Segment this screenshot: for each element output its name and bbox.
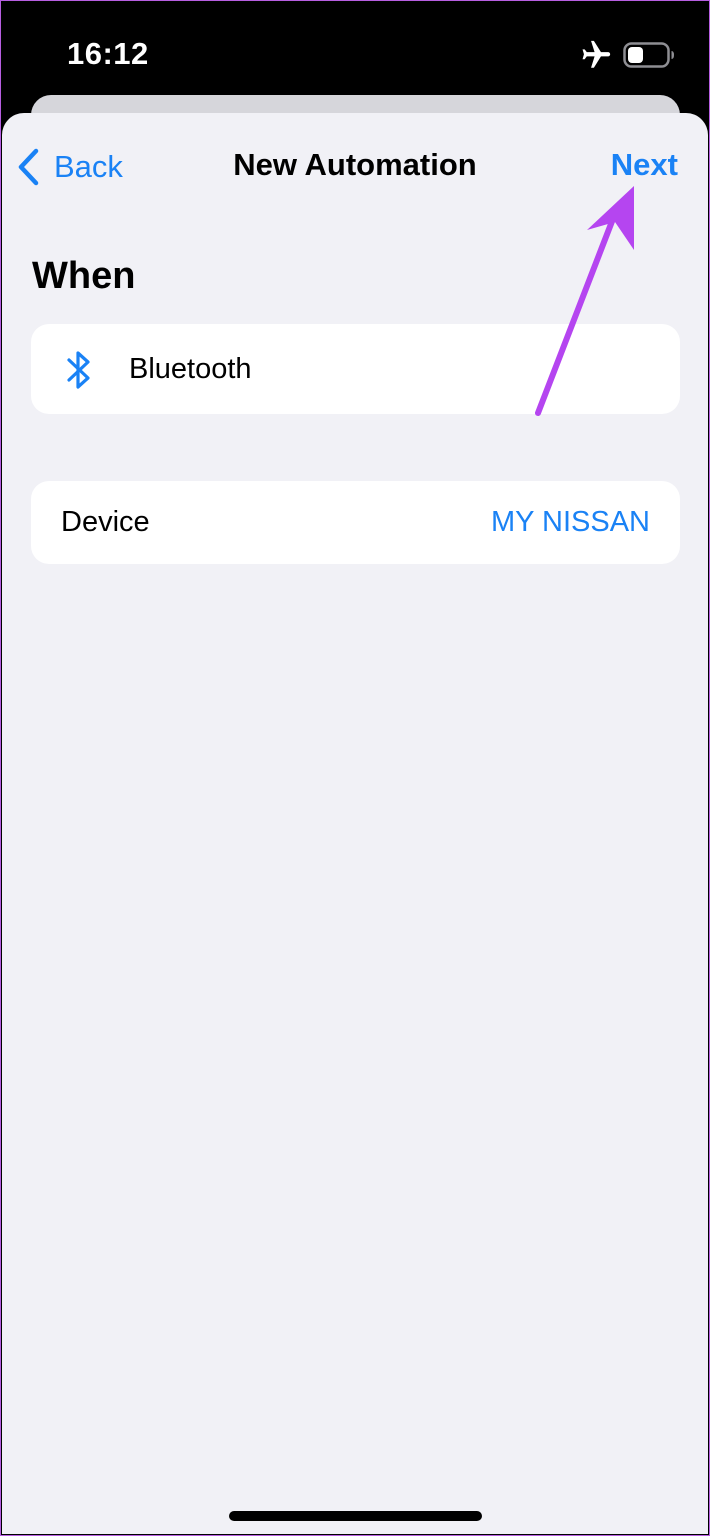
trigger-label: Bluetooth	[129, 353, 252, 385]
navigation-bar: Back New Automation Next	[2, 113, 708, 221]
trigger-card[interactable]: Bluetooth	[31, 324, 680, 414]
when-section-header: When	[32, 255, 136, 297]
device-row[interactable]: Device MY NISSAN	[31, 481, 680, 564]
battery-icon	[623, 42, 674, 68]
home-indicator	[229, 1511, 482, 1521]
bluetooth-icon	[67, 351, 90, 389]
automation-sheet: Back New Automation Next When Bluetooth …	[2, 113, 708, 1534]
airplane-icon	[582, 40, 611, 68]
back-button[interactable]: Back	[16, 143, 123, 191]
device-label: Device	[61, 506, 150, 538]
next-button[interactable]: Next	[611, 147, 678, 183]
back-label: Back	[54, 149, 123, 184]
device-value[interactable]: MY NISSAN	[491, 506, 650, 539]
chevron-left-icon	[18, 148, 39, 186]
status-bar: 16:12	[0, 0, 710, 100]
status-time: 16:12	[67, 36, 149, 71]
